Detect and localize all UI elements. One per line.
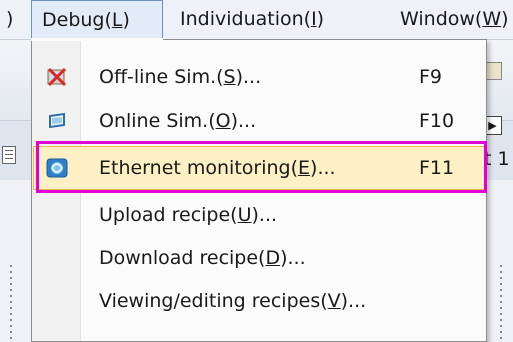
ethernet-monitoring-icon: [46, 158, 68, 178]
grid-dotted-line: [10, 265, 12, 342]
menu-individuation[interactable]: Individuation(I): [180, 0, 382, 40]
document-icon[interactable]: [2, 146, 16, 164]
menu-item-ellipsis: )...: [251, 204, 278, 226]
offline-sim-icon: [47, 67, 67, 87]
menu-item-ellipsis: )...: [230, 110, 257, 132]
menu-debug-close: ): [122, 9, 130, 31]
menu-item-label: Off-line Sim.(: [99, 66, 224, 88]
menu-item-accelerator: D: [265, 247, 281, 269]
menu-item-offline-sim[interactable]: Off-line Sim.(S)... F9: [34, 55, 484, 99]
menu-item-label: Upload recipe(: [99, 204, 238, 226]
menu-item-ellipsis: )...: [310, 157, 336, 179]
menu-item-accelerator: U: [237, 204, 252, 226]
debug-dropdown-menu: Off-line Sim.(S)... F9 Online Sim.(O)...…: [31, 39, 487, 342]
menu-window[interactable]: Window(W): [400, 0, 513, 40]
menu-item-ellipsis: )...: [340, 290, 367, 312]
menu-item-shortcut: F9: [419, 66, 443, 88]
menu-individuation-close: ): [316, 8, 325, 30]
menu-item-label: Online Sim.(: [99, 110, 216, 132]
menu-item-label: Ethernet monitoring(: [99, 157, 299, 179]
menu-debug-accelerator: L: [111, 9, 123, 31]
menu-bar: ) Debug(L) Individuation(I) Window(W): [0, 0, 513, 40]
grid-dotted-line: [500, 265, 502, 342]
menu-individuation-label: Individuation(: [180, 8, 312, 30]
menu-debug[interactable]: Debug(L): [31, 0, 163, 40]
menu-item-accelerator: V: [327, 290, 341, 312]
menu-item-label: Viewing/editing recipes(: [99, 290, 328, 312]
menu-item-ethernet-monitoring[interactable]: Ethernet monitoring(E)... F11: [33, 146, 485, 190]
menu-previous-fragment[interactable]: ): [0, 0, 22, 40]
menu-item-shortcut: F11: [419, 157, 455, 179]
menu-item-accelerator: E: [298, 157, 311, 179]
menu-item-viewing-editing-recipes[interactable]: Viewing/editing recipes(V)...: [34, 279, 484, 323]
menu-item-accelerator: S: [223, 66, 236, 88]
menu-previous-label: ): [6, 8, 14, 30]
menu-item-ellipsis: )...: [235, 66, 262, 88]
menu-item-download-recipe[interactable]: Download recipe(D)...: [34, 236, 484, 280]
menu-connector: [31, 38, 163, 41]
menu-debug-label: Debug(: [42, 9, 112, 31]
menu-item-upload-recipe[interactable]: Upload recipe(U)...: [34, 193, 484, 237]
menu-window-accelerator: W: [482, 8, 502, 30]
background-tab-text: t 1: [484, 148, 510, 170]
menu-item-ellipsis: )...: [280, 247, 306, 269]
menu-item-label: Download recipe(: [99, 247, 266, 269]
menu-window-label: Window(: [400, 8, 483, 30]
online-sim-icon: [49, 112, 65, 129]
menu-item-accelerator: O: [215, 110, 231, 132]
menu-item-online-sim[interactable]: Online Sim.(O)... F10: [34, 99, 484, 143]
menu-item-shortcut: F10: [419, 110, 455, 132]
menu-window-close: ): [501, 8, 509, 30]
